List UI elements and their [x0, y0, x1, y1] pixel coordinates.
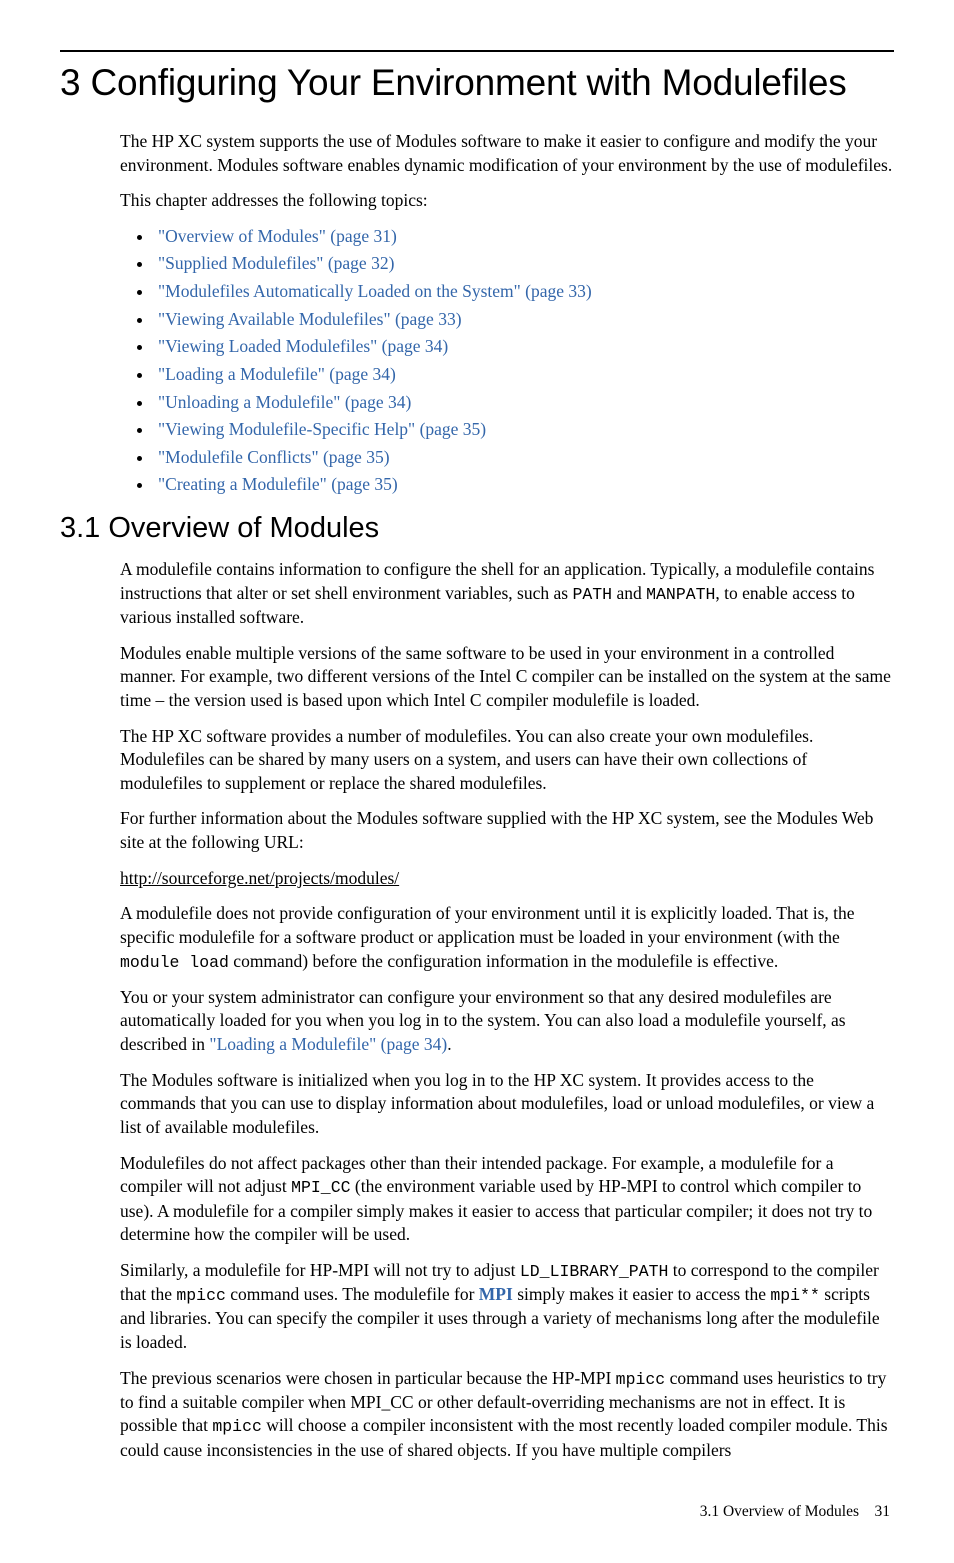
link-loading-modulefile[interactable]: "Loading a Modulefile" (page 34): [209, 1034, 447, 1054]
page-footer: 3.1 Overview of Modules 31: [60, 1502, 894, 1523]
body-paragraph: For further information about the Module…: [120, 807, 894, 854]
text: .: [447, 1034, 451, 1054]
list-item: "Unloading a Modulefile" (page 34): [154, 391, 894, 415]
text: The previous scenarios were chosen in pa…: [120, 1368, 616, 1388]
list-item: "Modulefiles Automatically Loaded on the…: [154, 280, 894, 304]
body-paragraph: A modulefile contains information to con…: [120, 558, 894, 630]
list-item: "Modulefile Conflicts" (page 35): [154, 446, 894, 470]
text: and: [612, 583, 646, 603]
code-mpi-scripts: mpi**: [770, 1286, 820, 1305]
text: simply makes it easier to access the: [513, 1284, 771, 1304]
toc-link-creating[interactable]: "Creating a Modulefile" (page 35): [158, 474, 398, 494]
toc-link-overview[interactable]: "Overview of Modules" (page 31): [158, 226, 397, 246]
code-module-load: module load: [120, 953, 229, 972]
toc-link-viewing-available[interactable]: "Viewing Available Modulefiles" (page 33…: [158, 309, 462, 329]
code-ld-library-path: LD_LIBRARY_PATH: [520, 1262, 669, 1281]
text: A modulefile does not provide configurat…: [120, 903, 855, 947]
toc-link-supplied[interactable]: "Supplied Modulefiles" (page 32): [158, 253, 394, 273]
code-manpath: MANPATH: [646, 585, 715, 604]
body-paragraph: The Modules software is initialized when…: [120, 1069, 894, 1140]
list-item: "Loading a Modulefile" (page 34): [154, 363, 894, 387]
toc-link-auto-loaded[interactable]: "Modulefiles Automatically Loaded on the…: [158, 281, 592, 301]
body-paragraph: The HP XC software provides a number of …: [120, 725, 894, 796]
text: command uses. The modulefile for: [226, 1284, 479, 1304]
footer-page-number: 31: [875, 1503, 891, 1520]
intro-paragraph-2: This chapter addresses the following top…: [120, 189, 894, 213]
body-paragraph: Similarly, a modulefile for HP-MPI will …: [120, 1259, 894, 1355]
body-paragraph: A modulefile does not provide configurat…: [120, 902, 894, 974]
toc-link-specific-help[interactable]: "Viewing Modulefile-Specific Help" (page…: [158, 419, 486, 439]
code-mpicc: mpicc: [616, 1370, 666, 1389]
toc-link-viewing-loaded[interactable]: "Viewing Loaded Modulefiles" (page 34): [158, 336, 448, 356]
top-rule: [60, 50, 894, 52]
list-item: "Viewing Available Modulefiles" (page 33…: [154, 308, 894, 332]
section-title-overview: 3.1 Overview of Modules: [60, 509, 894, 548]
list-item: "Creating a Modulefile" (page 35): [154, 473, 894, 497]
code-mpicc: mpicc: [176, 1286, 226, 1305]
body-paragraph: You or your system administrator can con…: [120, 986, 894, 1057]
text: command) before the configuration inform…: [229, 951, 778, 971]
list-item: "Viewing Loaded Modulefiles" (page 34): [154, 335, 894, 359]
url-paragraph: http://sourceforge.net/projects/modules/: [120, 867, 894, 891]
toc-link-unloading[interactable]: "Unloading a Modulefile" (page 34): [158, 392, 411, 412]
body-paragraph: Modulefiles do not affect packages other…: [120, 1152, 894, 1247]
list-item: "Supplied Modulefiles" (page 32): [154, 252, 894, 276]
body-paragraph: Modules enable multiple versions of the …: [120, 642, 894, 713]
glossary-link-mpi[interactable]: MPI: [479, 1284, 513, 1304]
list-item: "Overview of Modules" (page 31): [154, 225, 894, 249]
code-path: PATH: [572, 585, 612, 604]
code-mpi-cc: MPI_CC: [291, 1178, 350, 1197]
footer-section-label: 3.1 Overview of Modules: [700, 1503, 859, 1520]
body-paragraph: The previous scenarios were chosen in pa…: [120, 1367, 894, 1463]
intro-paragraph-1: The HP XC system supports the use of Mod…: [120, 130, 894, 177]
chapter-title: 3 Configuring Your Environment with Modu…: [60, 58, 894, 108]
text: Similarly, a modulefile for HP-MPI will …: [120, 1260, 520, 1280]
code-mpicc: mpicc: [212, 1417, 262, 1436]
external-link-sourceforge[interactable]: http://sourceforge.net/projects/modules/: [120, 868, 399, 888]
list-item: "Viewing Modulefile-Specific Help" (page…: [154, 418, 894, 442]
toc-link-loading[interactable]: "Loading a Modulefile" (page 34): [158, 364, 396, 384]
toc-link-conflicts[interactable]: "Modulefile Conflicts" (page 35): [158, 447, 390, 467]
topic-list: "Overview of Modules" (page 31) "Supplie…: [120, 225, 894, 497]
